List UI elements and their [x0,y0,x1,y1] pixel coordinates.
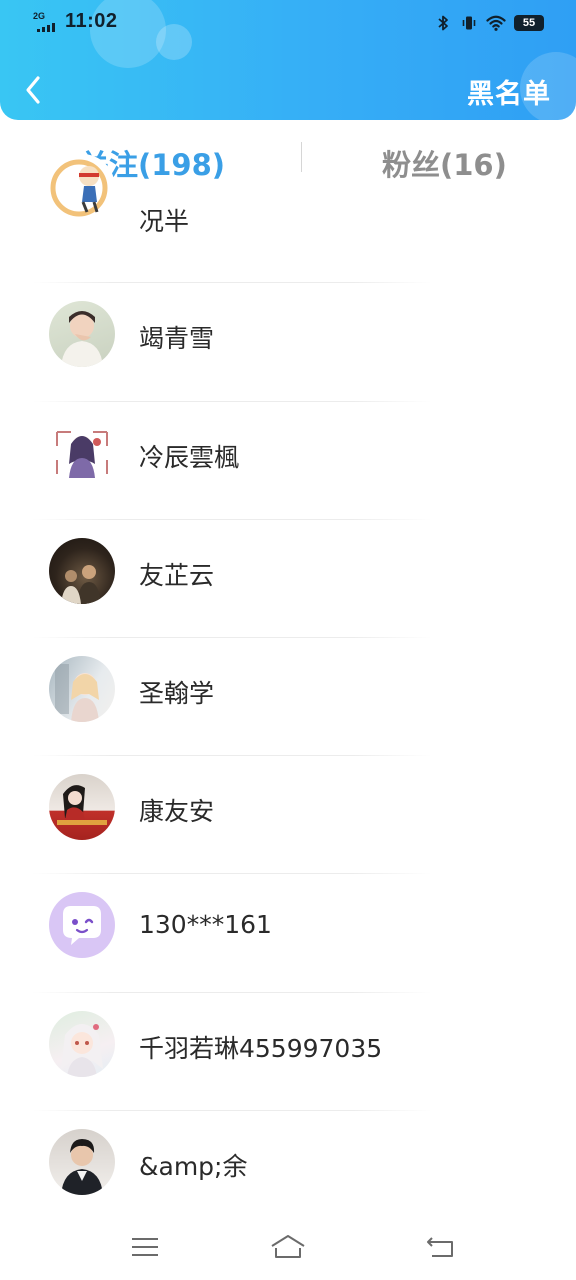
status-icons: 55 [434,12,544,34]
list-item-name: 冷辰雲楓 [139,443,240,472]
avatar [49,774,115,840]
list-item-name: &amp;余 [139,1152,248,1181]
list-item[interactable]: 竭青雪 [0,283,576,401]
menu-icon [132,1238,158,1256]
list-item[interactable]: 康友安 [0,756,576,874]
back-nav-button[interactable] [420,1230,460,1264]
status-bar: 2G 11:02 55 [0,0,576,44]
back-button[interactable] [16,70,50,110]
avatar [49,1011,115,1077]
home-icon [271,1235,305,1258]
back-icon [427,1237,453,1257]
list-item-name: 千羽若琳455997035 [139,1034,383,1063]
avatar [49,420,115,486]
list-item-name: 康友安 [139,797,215,826]
list-item[interactable]: 况半 [0,154,576,282]
chevron-left-icon [26,76,40,104]
signal-indicator: 2G [33,11,57,33]
list-item[interactable]: 友芷云 [0,520,576,638]
blacklist-button[interactable]: 黑名单 [467,72,551,111]
avatar [49,1129,115,1195]
list-item[interactable]: 千羽若琳455997035 [0,993,576,1111]
list-item-name: 圣翰学 [139,679,215,708]
home-button[interactable] [268,1230,308,1264]
list-item[interactable]: 冷辰雲楓 [0,402,576,520]
bluetooth-icon [438,15,448,31]
network-type: 2G [33,11,46,21]
list-item-name: 130***161 [139,910,272,939]
avatar [49,154,115,220]
signal-bars-icon [37,22,57,32]
avatar [49,301,115,367]
status-time: 11:02 [65,10,118,32]
battery-icon: 55 [514,15,544,31]
avatar [49,538,115,604]
avatar [49,892,115,958]
avatar [49,656,115,722]
vibrate-icon [462,16,476,30]
menu-button[interactable] [125,1230,165,1264]
list-item-name: 友芷云 [139,561,215,590]
list-item[interactable]: 130***161 [0,874,576,992]
list-item[interactable]: 圣翰学 [0,638,576,756]
list-item-name: 竭青雪 [139,324,215,353]
system-nav-bar [0,1212,576,1280]
wifi-icon [486,15,506,31]
list-item-name: 况半 [139,207,190,236]
header: 2G 11:02 55 黑名单 [0,0,576,120]
